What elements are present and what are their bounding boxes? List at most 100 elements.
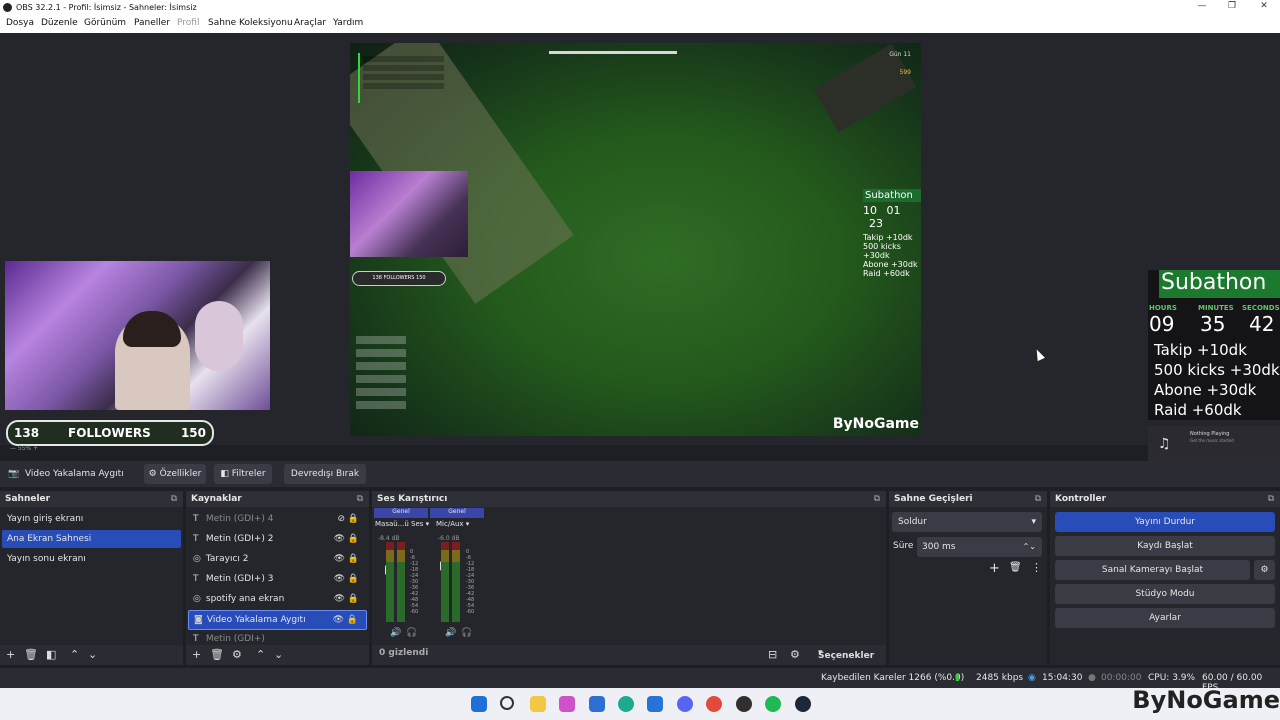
menu-help[interactable]: Yardım — [333, 18, 363, 28]
game-quest-list — [358, 53, 444, 103]
file-explorer-icon[interactable] — [530, 696, 546, 712]
game-watermark: ByNoGame — [832, 416, 919, 432]
outlook-icon[interactable] — [647, 696, 663, 712]
source-item[interactable]: ◎ Tarayıcı 2 👁 🔒 — [188, 550, 367, 568]
options-button[interactable]: Seçenekler ▾ — [818, 648, 874, 661]
source-toolbar: 📷 Video Yakalama Aygıtı ⚙ Özellikler ◧ F… — [0, 461, 1280, 487]
scene-item[interactable]: Yayın giriş ekranı — [2, 510, 181, 528]
monitor-icon[interactable]: 🎧 — [461, 628, 472, 638]
menu-edit[interactable]: Düzenle — [41, 18, 78, 28]
steam-icon[interactable] — [795, 696, 811, 712]
move-down-icon[interactable]: ⌄ — [88, 648, 97, 661]
menu-profile[interactable]: Profil — [177, 18, 199, 28]
minimize-icon[interactable]: — — [1187, 1, 1217, 14]
menu-file[interactable]: Dosya — [6, 18, 34, 28]
move-up-icon[interactable]: ⌃ — [256, 648, 265, 661]
copilot-icon[interactable] — [559, 696, 575, 712]
subathon-title: Subathon — [1159, 270, 1280, 298]
game-webcam — [350, 171, 468, 257]
add-transition-icon[interactable]: + — [989, 561, 1000, 576]
layout-icon[interactable]: ⊟ — [768, 648, 777, 661]
mixer-toolbar: 0 gizlendi ⊟ ⚙ Seçenekler ▾ — [372, 645, 886, 665]
menu-view[interactable]: Görünüm — [84, 18, 126, 28]
subathon-timer: Subathon HOURS MINUTES SECONDS 09 35 42 … — [1148, 270, 1280, 420]
followers-goal: 138 FOLLOWERS 150 — [6, 420, 214, 446]
channel-tag: Genel — [374, 508, 428, 518]
source-item[interactable]: ◎ spotify ana ekran 👁 🔒 — [188, 590, 367, 608]
game-sub-rule: Abone +30dk — [863, 260, 918, 269]
game-inventory — [356, 331, 406, 421]
start-icon[interactable] — [471, 696, 487, 712]
menu-bar: Dosya Düzenle Görünüm Paneller Profil Sa… — [0, 15, 1280, 33]
channel-name[interactable]: Mic/Aux ▾ — [436, 520, 469, 528]
source-item[interactable]: T Metin (GDI+) 2 👁 🔒 — [188, 530, 367, 548]
maximize-icon[interactable]: ❐ — [1217, 1, 1247, 14]
transition-select[interactable]: Soldur ▾ — [892, 512, 1042, 532]
obs-icon[interactable] — [736, 696, 752, 712]
game-sub-hours: 10 — [863, 204, 877, 217]
remove-source-icon[interactable]: 🗑 — [210, 648, 224, 661]
search-icon[interactable] — [500, 696, 514, 710]
undock-icon[interactable]: ⧉ — [1035, 491, 1041, 507]
webcam-source[interactable] — [5, 261, 270, 410]
undock-icon[interactable]: ⧉ — [357, 491, 363, 507]
discord-icon[interactable] — [677, 696, 693, 712]
duration-input[interactable]: 300 ms ⌃⌄ — [917, 537, 1042, 557]
source-item[interactable]: T Metin (GDI+) 3 👁 🔒 — [188, 570, 367, 588]
mixer-settings-icon[interactable]: ⚙ — [790, 648, 800, 661]
minutes-label: MINUTES — [1198, 304, 1234, 312]
scene-item[interactable]: Yayın sonu ekranı — [2, 550, 181, 568]
menu-tools[interactable]: Araçlar — [294, 18, 326, 28]
source-item[interactable]: T Metin (GDI+) 4 ⊘ 🔒 — [188, 510, 367, 528]
more-options-icon[interactable]: ⋮ — [1031, 561, 1042, 574]
game-gold: 599 — [899, 69, 911, 76]
undock-icon[interactable]: ⧉ — [874, 491, 880, 507]
remove-transition-icon[interactable]: 🗑 — [1009, 562, 1022, 573]
game-followers: 138 FOLLOWERS 150 — [352, 271, 446, 286]
start-recording-button[interactable]: Kaydı Başlat — [1055, 536, 1275, 556]
game-sub-rule: 500 kicks +30dk — [863, 242, 901, 260]
music-subtitle: Get the music started — [1190, 438, 1234, 443]
virtual-camera-settings-icon[interactable]: ⚙ — [1254, 560, 1275, 580]
title-bar: OBS 32.2.1 - Profil: İsimsiz - Sahneler:… — [0, 0, 1280, 15]
lock-icon: 🔒 — [347, 554, 359, 564]
undock-icon[interactable]: ⧉ — [1268, 491, 1274, 507]
start-virtual-camera-button[interactable]: Sanal Kamerayı Başlat — [1055, 560, 1250, 580]
spotify-icon[interactable] — [765, 696, 781, 712]
source-item[interactable]: ◙ Video Yakalama Aygıtı 👁 🔒 — [188, 610, 367, 630]
mute-icon[interactable]: 🔊 — [390, 628, 401, 638]
lock-icon: 🔒 — [347, 594, 359, 604]
record-time: 00:00:00 — [1101, 673, 1142, 683]
add-scene-icon[interactable]: + — [6, 648, 15, 661]
scene-filters-icon[interactable]: ◧ — [46, 648, 56, 661]
settings-button[interactable]: Ayarlar — [1055, 608, 1275, 628]
deactivate-button[interactable]: Devredışı Bırak — [284, 464, 366, 484]
source-properties-icon[interactable]: ⚙ — [232, 648, 242, 661]
filters-button[interactable]: ◧ Filtreler — [214, 464, 272, 484]
text-icon: T — [193, 574, 199, 584]
undock-icon[interactable]: ⧉ — [171, 491, 177, 507]
game-sub-seconds: 23 — [869, 217, 883, 230]
followers-current: 138 — [14, 426, 40, 440]
zoom-level[interactable]: — 55% + — [10, 445, 38, 452]
chrome-icon[interactable] — [706, 696, 722, 712]
channel-name[interactable]: Masaü...ü Ses ▾ — [375, 520, 429, 528]
mute-icon[interactable]: 🔊 — [445, 628, 456, 638]
followers-label: FOLLOWERS — [68, 426, 151, 440]
music-note-icon: ♫ — [1158, 436, 1171, 452]
hours-value: 09 — [1149, 312, 1175, 336]
stop-stream-button[interactable]: Yayını Durdur — [1055, 512, 1275, 532]
remove-scene-icon[interactable]: 🗑 — [24, 648, 38, 661]
close-icon[interactable]: ✕ — [1249, 1, 1279, 14]
move-up-icon[interactable]: ⌃ — [70, 648, 79, 661]
move-down-icon[interactable]: ⌄ — [274, 648, 283, 661]
monitor-icon[interactable]: 🎧 — [406, 628, 417, 638]
menu-docks[interactable]: Paneller — [134, 18, 170, 28]
scene-item[interactable]: Ana Ekran Sahnesi — [2, 530, 181, 548]
menu-scene-collection[interactable]: Sahne Koleksiyonu — [208, 18, 293, 28]
edge-icon[interactable] — [618, 696, 634, 712]
properties-button[interactable]: ⚙ Özellikler — [144, 464, 206, 484]
store-icon[interactable] — [589, 696, 605, 712]
add-source-icon[interactable]: + — [192, 648, 201, 661]
studio-mode-button[interactable]: Stüdyo Modu — [1055, 584, 1275, 604]
